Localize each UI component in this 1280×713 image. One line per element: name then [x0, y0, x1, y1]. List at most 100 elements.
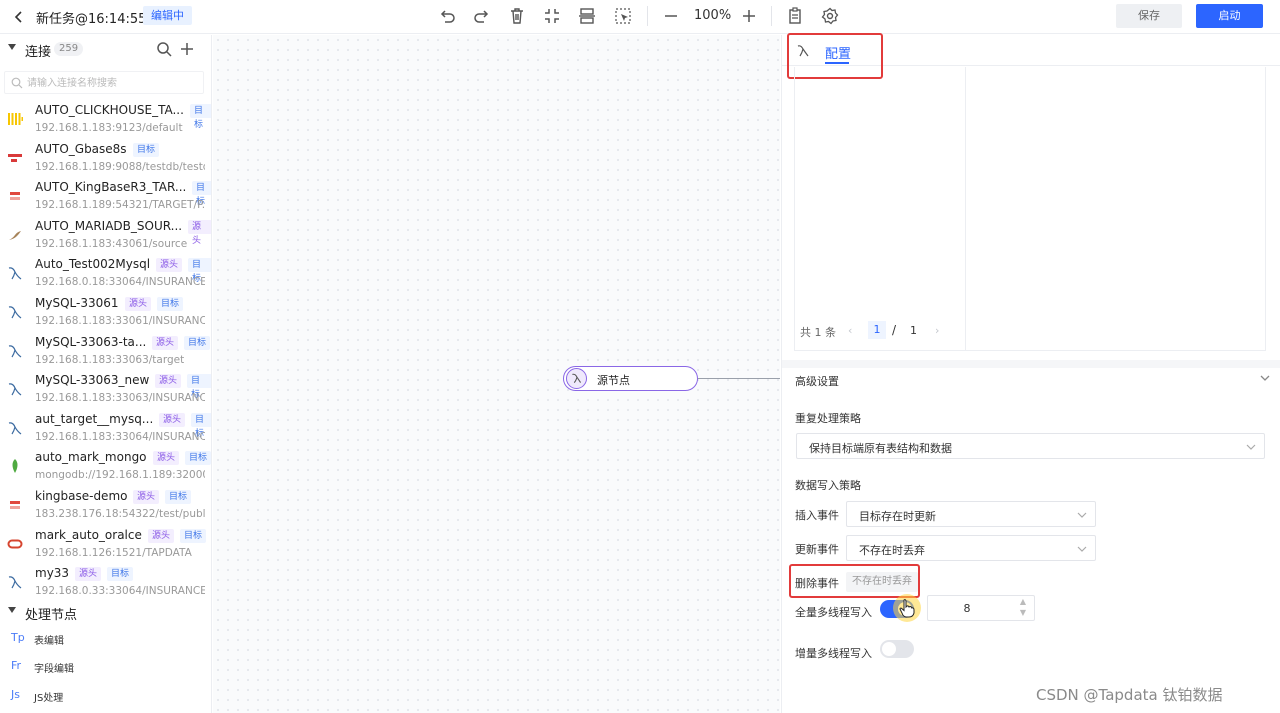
select-value: 目标存在时更新 [859, 510, 936, 523]
connections-section-header[interactable]: 连接 259 [0, 35, 211, 63]
decrement-icon[interactable]: ▼ [1012, 608, 1034, 620]
connection-search[interactable] [4, 71, 204, 94]
add-connection-icon[interactable] [179, 41, 195, 57]
connection-item[interactable]: mark_auto_oralce 源头 目标 192.168.1.126:1521/T… [0, 526, 211, 565]
connection-item[interactable]: MySQL-33063-ta... 源头 目标 192.168.1.183:33063… [0, 333, 211, 372]
dup-strategy-select[interactable]: 保持目标端原有表结构和数据 [796, 433, 1265, 459]
chevron-down-icon [1246, 441, 1256, 451]
clickhouse-icon [7, 111, 23, 127]
connection-name: MySQL-33063-ta... [35, 334, 147, 349]
target-tag: 目标 [157, 296, 184, 311]
mysql-icon [7, 420, 23, 436]
chevron-down-icon[interactable] [1259, 372, 1271, 384]
target-tag: 目标 [187, 374, 211, 400]
zoom-in-icon[interactable] [739, 6, 759, 26]
thread-count-stepper[interactable]: 8 ▲ ▼ [927, 595, 1035, 621]
select-icon[interactable] [613, 6, 633, 26]
connection-item[interactable]: Auto_Test002Mysql 源头 目标 192.168.0.18:33064/… [0, 255, 211, 294]
connection-item[interactable]: AUTO_CLICKHOUSE_TA... 目标 192.168.1.183:912… [0, 101, 211, 140]
toolbar-divider [647, 6, 648, 26]
connection-item[interactable]: my33 源头 目标 192.168.0.33:33064/INSURANCE [0, 564, 211, 603]
zoom-out-icon[interactable] [661, 6, 681, 26]
connection-item[interactable]: MySQL-33061 源头 目标 192.168.1.183:33061/INSUR… [0, 294, 211, 333]
thread-count-value[interactable]: 8 [928, 602, 1006, 615]
connection-name: aut_target__mysq... [35, 411, 154, 426]
oracle-icon [7, 536, 23, 552]
full-multithread-label: 全量多线程写入 [795, 606, 872, 619]
connection-address: 192.168.1.183:43061/source [35, 237, 188, 250]
caret-down-icon[interactable] [8, 607, 16, 613]
mysql-icon [7, 574, 23, 590]
processing-item-label: 字段编辑 [34, 664, 74, 675]
task-title[interactable]: 新任务@16:14:55 [36, 8, 146, 27]
processing-item-field-edit[interactable]: Fr 字段编辑 [0, 655, 211, 681]
dup-strategy-label: 重复处理策略 [795, 412, 861, 425]
top-toolbar: 新任务@16:14:55 编辑中 100% 保存 启动 [0, 0, 1280, 34]
connection-item[interactable]: auto_mark_mongo 源头 目标 mongodb://192.168.1.1… [0, 448, 211, 487]
js-icon: Js [11, 688, 20, 701]
update-event-select[interactable]: 不存在时丢弃 [846, 535, 1096, 561]
target-tag: 目标 [188, 258, 211, 284]
settings-icon[interactable] [820, 6, 840, 26]
redo-icon[interactable] [472, 6, 492, 26]
search-icon [11, 77, 23, 89]
connection-address: 192.168.1.189:54321/TARGET/P... [35, 199, 205, 212]
caret-down-icon[interactable] [8, 44, 16, 50]
source-tag: 源头 [155, 374, 182, 389]
processing-section-header[interactable]: 处理节点 [0, 598, 211, 626]
next-page-icon[interactable]: › [935, 324, 939, 337]
field-edit-icon: Fr [11, 659, 22, 672]
select-value: 不存在时丢弃 [859, 544, 925, 557]
undo-icon[interactable] [437, 6, 457, 26]
connection-name: auto_mark_mongo [35, 450, 147, 465]
save-button[interactable]: 保存 [1116, 4, 1182, 28]
back-icon[interactable] [10, 8, 28, 26]
prev-page-icon[interactable]: ‹ [848, 324, 852, 337]
status-badge: 编辑中 [143, 6, 192, 25]
processing-item-label: JS处理 [34, 693, 64, 704]
node-label: 源节点 [597, 374, 630, 387]
watermark: CSDN @Tapdata 钛铂数据 [1036, 686, 1223, 704]
kingbase-icon [7, 188, 23, 204]
advanced-settings-title[interactable]: 高级设置 [795, 373, 839, 389]
insert-event-select[interactable]: 目标存在时更新 [846, 501, 1096, 527]
processing-item-js[interactable]: Js JS处理 [0, 684, 211, 710]
mysql-icon [566, 368, 587, 389]
connection-sidebar: 连接 259 AUTO_CLICKHOUSE_TA...目标192.168.1.… [0, 35, 212, 713]
connections-title: 连接 [25, 45, 52, 60]
clipboard-icon[interactable] [785, 6, 805, 26]
source-tag: 源头 [148, 528, 175, 543]
processing-item-table-edit[interactable]: Tp 表编辑 [0, 627, 211, 653]
search-icon[interactable] [156, 41, 172, 57]
connection-item[interactable]: kingbase-demo 源头 目标 183.238.176.18:54322/te… [0, 487, 211, 526]
hand-cursor-icon [898, 598, 916, 618]
table-list-area: 共 1 条 ‹ 1 / 1 › [794, 67, 1266, 351]
search-input[interactable] [27, 75, 197, 91]
delete-icon[interactable] [507, 6, 527, 26]
connection-address: 192.168.1.126:1521/TAPDATA [35, 546, 192, 559]
connection-name: MySQL-33063_new [35, 373, 150, 388]
connection-item[interactable]: AUTO_MARIADB_SOUR... 源头 192.168.1.183:4306… [0, 217, 211, 256]
target-tag: 目标 [107, 567, 134, 582]
layout-icon[interactable] [577, 6, 597, 26]
connection-item[interactable]: AUTO_Gbase8s 目标 192.168.1.189:9088/testdb/… [0, 140, 211, 179]
connection-name: MySQL-33061 [35, 295, 119, 310]
zoom-level: 100% [694, 8, 732, 23]
connection-item[interactable]: aut_target__mysq... 源头 目标 192.168.1.183:330… [0, 410, 211, 449]
source-node[interactable]: 源节点 [563, 366, 698, 391]
target-tag: 目标 [133, 142, 160, 157]
current-page[interactable]: 1 [868, 321, 886, 339]
source-tag: 源头 [188, 219, 211, 246]
source-tag: 源头 [159, 412, 186, 427]
incr-multithread-toggle[interactable] [880, 640, 914, 658]
mysql-icon [7, 304, 23, 320]
dag-canvas[interactable]: 源节点 [213, 35, 780, 713]
toggle-knob [882, 642, 896, 656]
select-value: 保持目标端原有表结构和数据 [809, 442, 952, 455]
connection-name: AUTO_CLICKHOUSE_TA... [35, 103, 184, 117]
target-tag: 目标 [191, 412, 211, 439]
start-button[interactable]: 启动 [1196, 4, 1263, 28]
connection-item[interactable]: MySQL-33063_new 源头 目标 192.168.1.183:33063/I… [0, 371, 211, 410]
fit-view-icon[interactable] [542, 6, 562, 26]
connection-item[interactable]: AUTO_KingBaseR3_TAR... 目标 192.168.1.189:54… [0, 178, 211, 217]
